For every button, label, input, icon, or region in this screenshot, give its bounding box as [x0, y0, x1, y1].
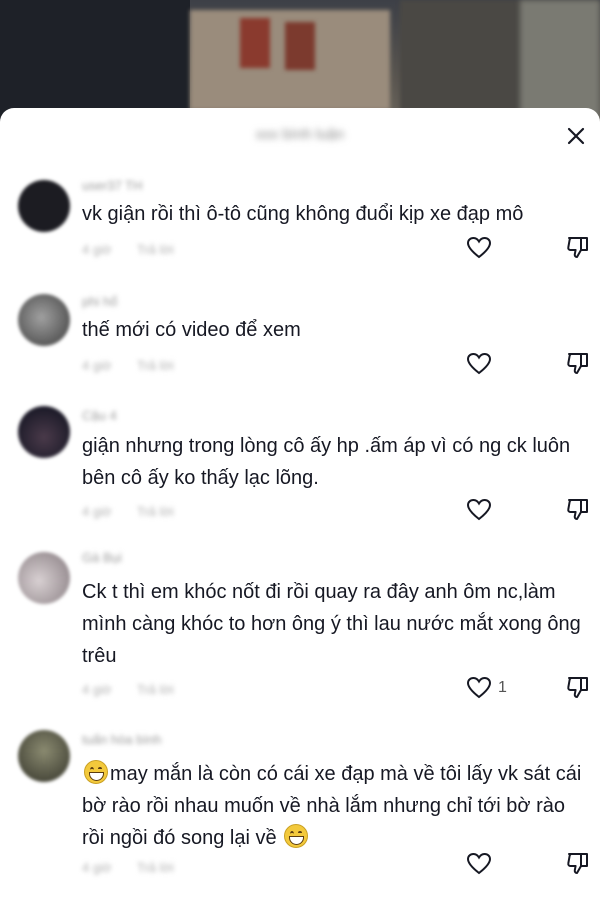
avatar[interactable]: [18, 552, 70, 604]
avatar[interactable]: [18, 294, 70, 346]
close-icon: [567, 127, 585, 145]
thumbs-down-icon: [567, 677, 588, 698]
thumbs-down-icon: [567, 853, 588, 874]
grinning-face-emoji: [284, 824, 309, 848]
heart-outline-icon: [466, 498, 492, 521]
reply-button[interactable]: Trả lời: [137, 504, 174, 519]
thumbs-down-icon: [567, 499, 588, 520]
dislike-button[interactable]: [566, 496, 592, 527]
reply-button[interactable]: Trả lời: [137, 682, 174, 697]
thumbs-down-icon: [567, 237, 588, 258]
comment-text: vk giận rồi thì ô-tô cũng không đuổi kịp…: [82, 203, 524, 225]
grinning-face-emoji: [84, 760, 108, 784]
comment-meta: 4 giờ Trả lời: [82, 682, 196, 697]
heart-outline-icon: [466, 352, 492, 375]
comment-text: may mắn là còn có cái xe đạp mà về tôi l…: [82, 758, 582, 854]
dislike-button[interactable]: [566, 234, 592, 265]
comment-username[interactable]: tuấn hòa bình: [82, 732, 162, 747]
comment-meta: 4 giờ Trả lời: [82, 242, 196, 257]
heart-outline-icon: [466, 852, 492, 875]
dislike-button[interactable]: [566, 850, 592, 881]
like-count: 1: [498, 679, 507, 696]
comment-text: thế mới có video để xem: [82, 319, 301, 341]
comment-text: giận nhưng trong lòng cô ấy hp .ấm áp vì…: [82, 435, 571, 489]
sheet-header: xxx bình luận: [0, 108, 600, 168]
thumbs-down-icon: [567, 353, 588, 374]
comment-time: 4 giờ: [82, 682, 112, 697]
dislike-button[interactable]: [566, 350, 592, 381]
dislike-button[interactable]: [566, 674, 592, 705]
comment-username[interactable]: user37 TH: [82, 178, 142, 193]
avatar[interactable]: [18, 180, 70, 232]
comment-meta: 4 giờ Trả lời: [82, 860, 196, 875]
comment-time: 4 giờ: [82, 242, 112, 257]
heart-outline-icon: [466, 676, 492, 699]
avatar[interactable]: [18, 406, 70, 458]
close-button[interactable]: [562, 122, 590, 150]
comment-meta: 4 giờ Trả lời: [82, 358, 196, 373]
avatar[interactable]: [18, 730, 70, 782]
like-button[interactable]: [466, 498, 498, 522]
comment-time: 4 giờ: [82, 860, 112, 875]
comment-meta: 4 giờ Trả lời: [82, 504, 196, 519]
like-button[interactable]: [466, 236, 498, 260]
comment-username[interactable]: Cậu 4: [82, 408, 117, 423]
heart-outline-icon: [466, 236, 492, 259]
comment-text: Ck t thì em khóc nốt đi rồi quay ra đây …: [82, 581, 581, 667]
reply-button[interactable]: Trả lời: [137, 860, 174, 875]
reply-button[interactable]: Trả lời: [137, 358, 174, 373]
like-button[interactable]: [466, 852, 498, 876]
comment-text-body: may mắn là còn có cái xe đạp mà về tôi l…: [82, 763, 582, 849]
comment-time: 4 giờ: [82, 358, 112, 373]
like-button[interactable]: 1: [466, 676, 507, 700]
comment-username[interactable]: Gà Bụi: [82, 550, 122, 565]
reply-button[interactable]: Trả lời: [137, 242, 174, 257]
like-button[interactable]: [466, 352, 498, 376]
comment-username[interactable]: phi hổ: [82, 294, 117, 309]
comment-count-title: xxx bình luận: [255, 126, 345, 143]
comment-time: 4 giờ: [82, 504, 112, 519]
